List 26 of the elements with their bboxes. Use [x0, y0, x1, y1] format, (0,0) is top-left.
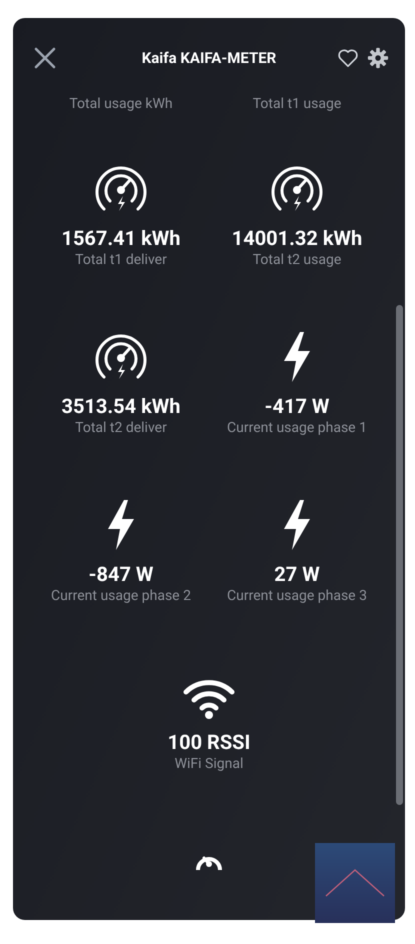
tile-value: 14001.32 kWh	[232, 225, 362, 251]
wifi-icon	[182, 679, 236, 719]
close-icon[interactable]	[33, 46, 57, 70]
scrollbar[interactable]	[396, 305, 403, 805]
tile-label: Current usage phase 1	[227, 419, 367, 437]
tile-label: Current usage phase 2	[51, 587, 191, 605]
bolt-icon	[106, 499, 136, 551]
tile-label: Total t1 deliver	[75, 251, 167, 269]
tile-value: -417 W	[264, 393, 330, 419]
tile-label: Current usage phase 3	[227, 587, 367, 605]
tile-label: Total t2 deliver	[75, 419, 167, 437]
bolt-icon	[282, 499, 312, 551]
tile-value: 3513.54 kWh	[61, 393, 180, 419]
tile-label: Total t1 usage	[252, 95, 342, 114]
window-title: Kaifa KAIFA-METER	[140, 48, 278, 69]
settings-icon[interactable]	[367, 47, 389, 69]
tile-label: Total usage kWh	[69, 95, 173, 114]
tile-value: 100 RSSI	[168, 729, 250, 755]
tile-value: -847 W	[88, 561, 154, 587]
tile-value: 1567.41 kWh	[61, 225, 180, 251]
chevron-up-icon	[325, 869, 385, 897]
tile-value: 27 W	[274, 561, 320, 587]
bolt-icon	[282, 331, 312, 383]
tile-label: WiFi Signal	[174, 755, 244, 773]
heart-icon[interactable]	[337, 48, 359, 68]
tile-label: Total t2 usage	[252, 251, 342, 269]
